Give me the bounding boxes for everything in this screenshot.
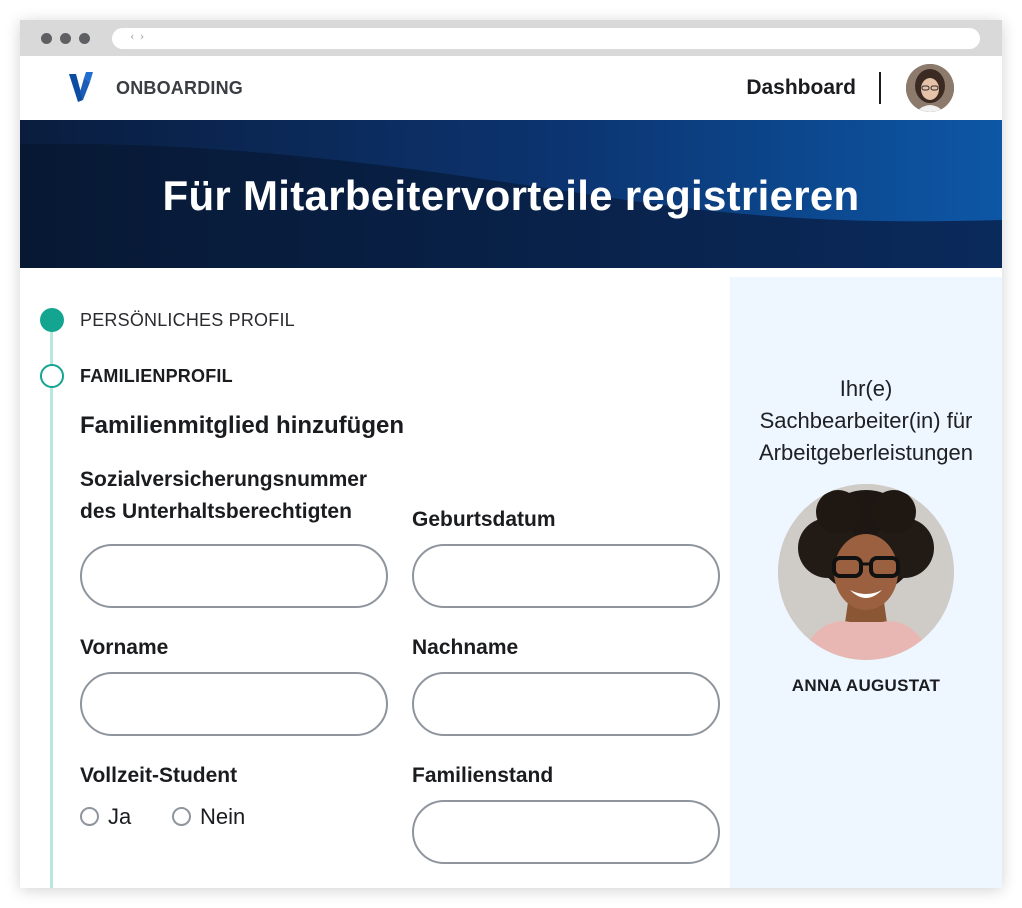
ssn-label-line: Sozialversicherungsnummer xyxy=(80,468,368,491)
step-family-profile[interactable]: FAMILIENPROFIL xyxy=(80,366,233,387)
marital-status-label: Familienstand xyxy=(412,764,554,787)
firstname-label: Vorname xyxy=(80,636,169,659)
radio-icon[interactable] xyxy=(172,807,191,826)
hero-banner: Für Mitarbeitervorteile registrieren xyxy=(20,120,1002,268)
dashboard-link[interactable]: Dashboard xyxy=(746,76,856,100)
address-bar[interactable]: ‹ › xyxy=(112,28,980,49)
radio-icon[interactable] xyxy=(80,807,99,826)
step-personal-profile[interactable]: PERSÖNLICHES PROFIL xyxy=(80,310,295,331)
ssn-label-line: des Unterhaltsberechtigten xyxy=(80,500,352,523)
firstname-input[interactable] xyxy=(80,672,388,736)
app-header: ONBOARDING Dashboard xyxy=(20,56,1002,120)
student-label: Vollzeit-Student xyxy=(80,764,238,787)
agent-portrait-icon xyxy=(778,484,954,660)
ssn-label: Sozialversicherungsnummer des Unterhalts… xyxy=(80,464,367,528)
step-current-icon xyxy=(40,364,64,388)
agent-panel: Ihr(e) Sachbearbeiter(in) für Arbeitgebe… xyxy=(730,277,1002,888)
browser-window: ‹ › ONBOARDING Dashboard Für Mitarbeiter… xyxy=(20,20,1002,888)
birthdate-input[interactable] xyxy=(412,544,720,608)
agent-caption: Ihr(e) Sachbearbeiter(in) für Arbeitgebe… xyxy=(730,373,1002,469)
radio-label: Nein xyxy=(200,804,246,829)
step-complete-icon xyxy=(40,308,64,332)
radio-label: Ja xyxy=(108,804,132,829)
page-title: Für Mitarbeitervorteile registrieren xyxy=(162,172,860,219)
window-dot-icon[interactable] xyxy=(79,33,90,44)
agent-caption-line: Ihr(e) xyxy=(839,376,893,401)
window-dot-icon[interactable] xyxy=(60,33,71,44)
code-brackets-icon: ‹ › xyxy=(130,30,146,43)
marital-status-input[interactable] xyxy=(412,800,720,864)
birthdate-label: Geburtsdatum xyxy=(412,508,556,531)
browser-chrome: ‹ › xyxy=(20,20,1002,56)
agent-name: ANNA AUGUSTAT xyxy=(791,676,941,695)
user-avatar[interactable] xyxy=(906,64,954,112)
lastname-label: Nachname xyxy=(412,636,519,659)
v-logo-icon[interactable] xyxy=(66,70,102,106)
window-dot-icon[interactable] xyxy=(41,33,52,44)
user-avatar-icon xyxy=(906,64,954,112)
header-divider xyxy=(879,72,881,104)
section-title: Familienmitglied hinzufügen xyxy=(80,412,404,439)
step-timeline xyxy=(50,329,53,888)
brand-name[interactable]: ONBOARDING xyxy=(116,78,243,99)
agent-avatar xyxy=(778,484,954,660)
lastname-input[interactable] xyxy=(412,672,720,736)
agent-caption-line: Arbeitgeberleistungen xyxy=(758,440,974,465)
agent-caption-line: Sachbearbeiter(in) für xyxy=(759,408,973,433)
ssn-input[interactable] xyxy=(80,544,388,608)
